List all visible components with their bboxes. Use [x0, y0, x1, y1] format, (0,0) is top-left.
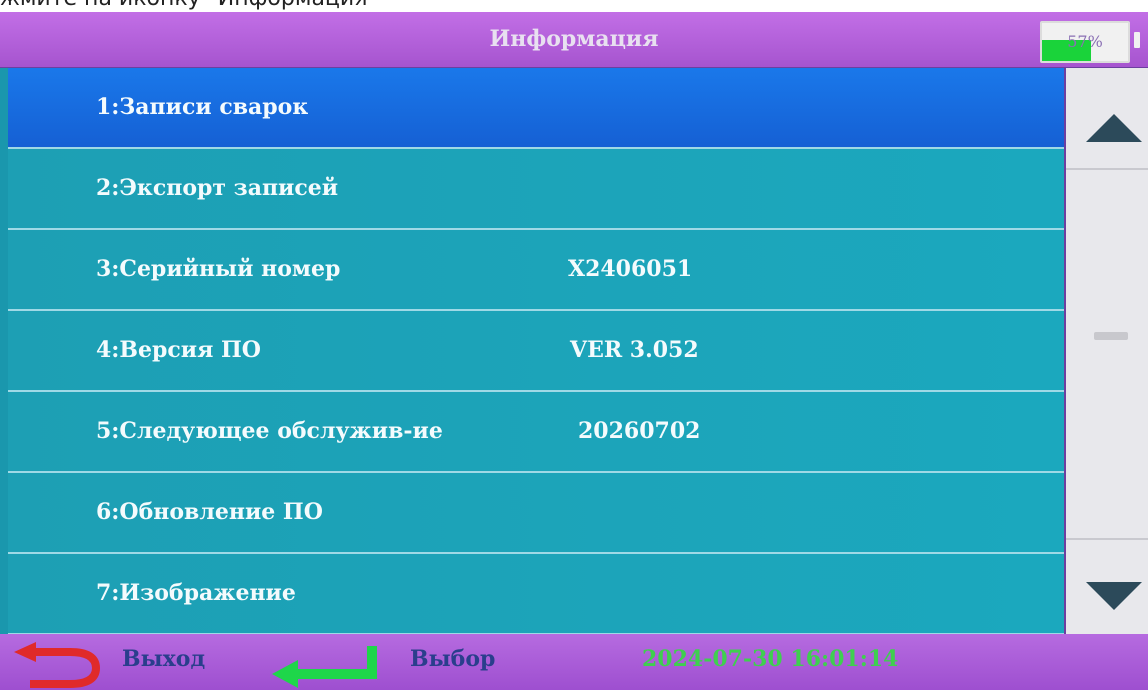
- battery-icon: 57%: [1040, 21, 1130, 63]
- menu-item-software-update[interactable]: 6:Обновление ПО: [8, 473, 1064, 554]
- scrollbar-divider: [1066, 538, 1148, 540]
- battery-tip: [1134, 32, 1140, 48]
- scroll-down-arrow-icon[interactable]: [1086, 582, 1142, 610]
- software-version-value: VER 3.052: [570, 337, 699, 363]
- caption-text: жмите на иконку "Информация": [0, 0, 378, 11]
- exit-button[interactable]: Выход: [122, 634, 205, 690]
- scrollbar-thumb[interactable]: [1094, 332, 1128, 340]
- menu-item-software-version[interactable]: 4:Версия ПО VER 3.052: [8, 311, 1064, 392]
- menu-item-export-records[interactable]: 2:Экспорт записей: [8, 149, 1064, 230]
- menu-item-label: 3:Серийный номер: [96, 256, 341, 282]
- menu-item-label: 6:Обновление ПО: [96, 499, 323, 525]
- device-screen: Информация 57% 1:Записи сварок 2:Экспорт…: [0, 12, 1148, 690]
- datetime-display: 2024-07-30 16:01:14: [642, 646, 899, 672]
- scrollbar[interactable]: [1066, 68, 1148, 634]
- top-caption: жмите на иконку "Информация": [0, 0, 1148, 12]
- back-arrow-icon[interactable]: [10, 642, 110, 688]
- menu-item-serial-number[interactable]: 3:Серийный номер X2406051: [8, 230, 1064, 311]
- page-title: Информация: [489, 26, 659, 52]
- bottom-bar: Выход Выбор 2024-07-30 16:01:14: [0, 634, 1148, 690]
- menu-item-label: 4:Версия ПО: [96, 337, 261, 363]
- menu-item-next-service[interactable]: 5:Следующее обслужив-ие 20260702: [8, 392, 1064, 473]
- battery-percent: 57%: [1067, 32, 1103, 51]
- next-service-value: 20260702: [578, 418, 701, 444]
- enter-arrow-icon[interactable]: [268, 642, 388, 688]
- menu-item-label: 2:Экспорт записей: [96, 175, 339, 201]
- menu-item-label: 1:Записи сварок: [96, 94, 309, 120]
- scroll-up-arrow-icon[interactable]: [1086, 114, 1142, 142]
- menu-item-label: 7:Изображение: [96, 580, 296, 606]
- title-bar: Информация 57%: [0, 12, 1148, 67]
- menu-item-weld-records[interactable]: 1:Записи сварок: [8, 68, 1064, 149]
- menu-item-display[interactable]: 7:Изображение: [8, 554, 1064, 635]
- menu-list: 1:Записи сварок 2:Экспорт записей 3:Сери…: [0, 68, 1064, 635]
- menu-item-label: 5:Следующее обслужив-ие: [96, 418, 443, 444]
- select-button[interactable]: Выбор: [410, 634, 495, 690]
- serial-number-value: X2406051: [568, 256, 693, 282]
- scrollbar-divider: [1066, 168, 1148, 170]
